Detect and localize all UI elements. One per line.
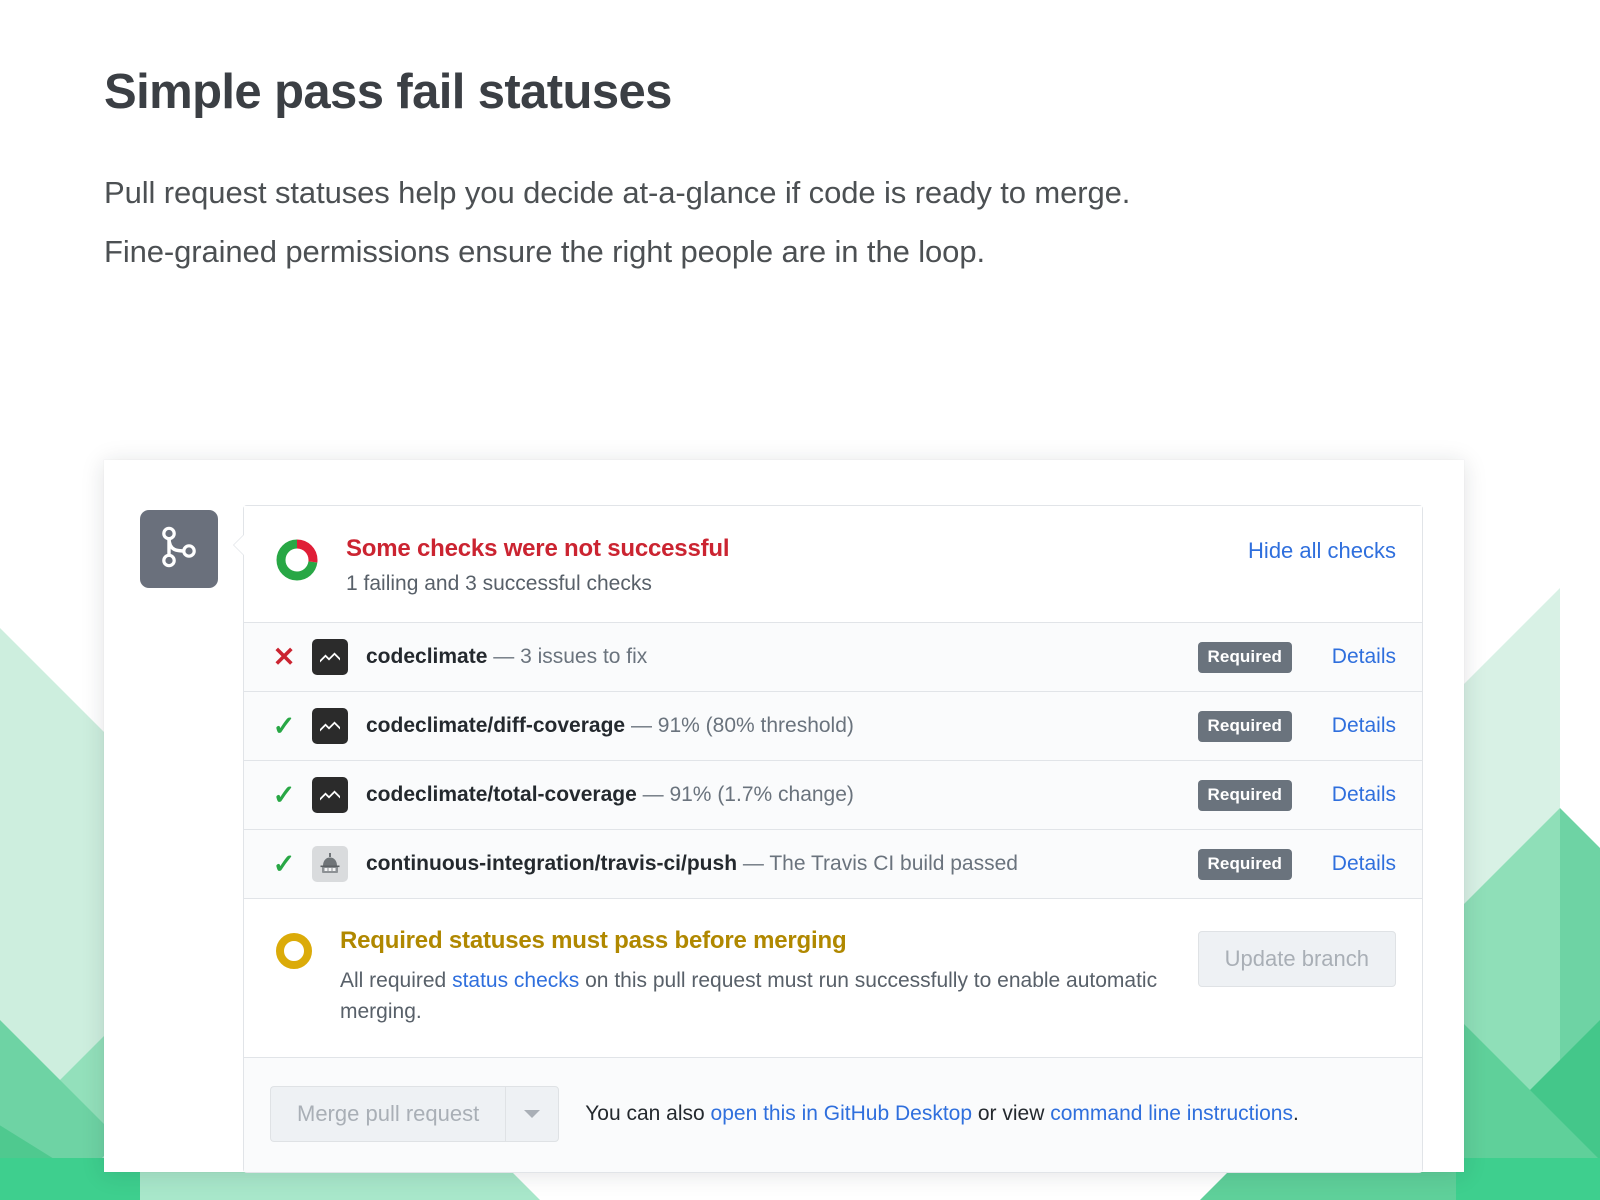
merge-blocked-title: Required statuses must pass before mergi… — [340, 927, 847, 954]
check-separator: — — [630, 714, 652, 737]
check-context: codeclimate/diff-coverage — [366, 714, 626, 737]
chevron-down-icon — [524, 1110, 541, 1119]
required-badge: Required — [1197, 779, 1292, 811]
merge-blocked-text: Required statuses must pass before mergi… — [340, 927, 1198, 1027]
x-icon: ✕ — [272, 641, 296, 672]
check-context: codeclimate — [366, 645, 488, 668]
details-link[interactable]: Details — [1310, 783, 1396, 807]
subtitle-line-1: Pull request statuses help you decide at… — [104, 174, 1131, 210]
branch-avatar-box — [140, 510, 218, 588]
details-link[interactable]: Details — [1310, 852, 1396, 876]
command-line-instructions-link[interactable]: command line instructions — [1050, 1102, 1293, 1125]
check-description: 91% (80% threshold) — [657, 714, 854, 737]
merge-blocked-body-before: All required — [340, 969, 453, 992]
required-badge: Required — [1197, 710, 1292, 742]
subtitle-line-2: Fine-grained permissions ensure the righ… — [104, 234, 985, 270]
check-context: codeclimate/total-coverage — [366, 783, 637, 806]
merge-button-group: Merge pull request — [270, 1086, 560, 1143]
panel-arrow-fill — [234, 535, 244, 555]
check-separator: — — [642, 783, 664, 806]
codeclimate-avatar — [312, 708, 348, 744]
footer-note-end: . — [1293, 1102, 1299, 1126]
hide-all-checks-link[interactable]: Hide all checks — [1248, 538, 1396, 564]
merge-blocked-body: All required status checks on this pull … — [340, 965, 1198, 1027]
check-context: continuous-integration/travis-ci/push — [366, 852, 738, 875]
panel-header-text: Some checks were not successful 1 failin… — [346, 534, 1248, 596]
check-description: The Travis CI build passed — [769, 852, 1018, 875]
open-in-github-desktop-link[interactable]: open this in GitHub Desktop — [711, 1102, 972, 1125]
status-donut-icon — [274, 537, 320, 588]
git-branch-icon — [159, 525, 199, 574]
required-badge: Required — [1197, 848, 1292, 880]
details-link[interactable]: Details — [1310, 645, 1396, 669]
travis-ci-avatar — [312, 846, 348, 882]
check-description: 3 issues to fix — [520, 645, 648, 668]
check-text: codeclimate/diff-coverage — 91% (80% thr… — [366, 714, 1198, 738]
check-separator: — — [493, 645, 515, 668]
details-link[interactable]: Details — [1310, 714, 1396, 738]
merge-blocked-section: Required statuses must pass before mergi… — [244, 899, 1422, 1059]
status-subline: 1 failing and 3 successful checks — [346, 572, 652, 595]
page-subtitle: Pull request statuses help you decide at… — [104, 163, 1504, 282]
check-text: continuous-integration/travis-ci/push — … — [366, 852, 1198, 876]
check-icon: ✓ — [272, 848, 296, 879]
check-description: 91% (1.7% change) — [669, 783, 854, 806]
status-headline: Some checks were not successful — [346, 535, 730, 562]
check-icon: ✓ — [272, 779, 296, 810]
page-root: Simple pass fail statuses Pull request s… — [0, 0, 1600, 1200]
update-branch-button[interactable]: Update branch — [1197, 931, 1396, 987]
check-row: ✓ continuous-integration/travis-ci/push … — [244, 830, 1422, 899]
check-text: codeclimate/total-coverage — 91% (1.7% c… — [366, 783, 1198, 807]
check-row: ✓ codeclimate/total-coverage — 91% (1.7%… — [244, 761, 1422, 830]
footer-note-middle: or view — [972, 1102, 1051, 1126]
check-text: codeclimate — 3 issues to fix — [366, 645, 1198, 669]
merge-status-panel: Some checks were not successful 1 failin… — [233, 505, 1423, 1174]
codeclimate-avatar — [312, 639, 348, 675]
page-title: Simple pass fail statuses — [104, 65, 672, 119]
check-icon: ✓ — [272, 710, 296, 741]
merge-pull-request-button[interactable]: Merge pull request — [270, 1086, 506, 1143]
footer-note: You can also open this in GitHub Desktop… — [585, 1102, 1299, 1126]
screenshot-card: Some checks were not successful 1 failin… — [104, 460, 1464, 1174]
check-row: ✓ codeclimate/diff-coverage — 91% (80% t… — [244, 692, 1422, 761]
panel-header: Some checks were not successful 1 failin… — [244, 506, 1422, 623]
check-separator: — — [742, 852, 764, 875]
check-row: ✕ codeclimate — 3 issues to fix Required D… — [244, 623, 1422, 692]
required-badge: Required — [1197, 641, 1292, 673]
panel-footer: Merge pull request You can also open thi… — [244, 1058, 1422, 1173]
checks-list: ✕ codeclimate — 3 issues to fix Required D… — [244, 623, 1422, 899]
heading-block: Simple pass fail statuses Pull request s… — [104, 66, 1504, 282]
codeclimate-avatar — [312, 777, 348, 813]
pending-circle-icon — [274, 931, 314, 976]
merge-options-dropdown[interactable] — [505, 1086, 560, 1143]
status-checks-link[interactable]: status checks — [452, 969, 579, 992]
footer-note-before: You can also — [585, 1102, 711, 1126]
